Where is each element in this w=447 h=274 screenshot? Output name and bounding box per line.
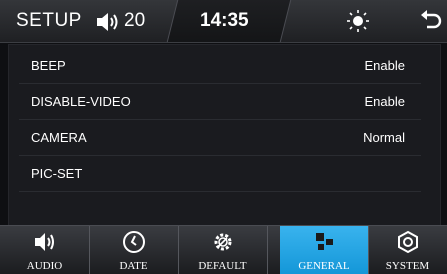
setting-row-camera[interactable]: CAMERA Normal xyxy=(19,119,421,156)
setting-label: CAMERA xyxy=(31,130,87,145)
tab-date[interactable]: DATE xyxy=(89,226,179,274)
setting-value[interactable]: Enable xyxy=(365,58,405,73)
top-bar: SETUP 20 14:35 xyxy=(0,0,447,43)
setting-row-disable-video[interactable]: DISABLE-VIDEO Enable xyxy=(19,83,421,120)
tab-label: DATE xyxy=(119,260,148,272)
setting-label: BEEP xyxy=(31,58,66,73)
clock-icon xyxy=(123,231,145,253)
tab-default[interactable]: DEFAULT xyxy=(178,226,268,274)
tab-label: DEFAULT xyxy=(198,260,247,272)
system-icon xyxy=(398,230,418,254)
setting-value[interactable]: Enable xyxy=(365,94,405,109)
tab-system[interactable]: SYSTEM xyxy=(368,226,447,274)
tab-label: AUDIO xyxy=(26,260,63,272)
setting-label: DISABLE-VIDEO xyxy=(31,94,131,109)
setting-value[interactable]: Normal xyxy=(363,130,405,145)
brightness-icon[interactable] xyxy=(346,9,370,33)
page-title: SETUP xyxy=(16,10,82,31)
general-icon xyxy=(316,233,333,250)
tab-label: GENERAL xyxy=(298,260,350,272)
setting-row-beep[interactable]: BEEP Enable xyxy=(19,47,421,84)
back-icon[interactable] xyxy=(420,10,442,32)
speaker-icon xyxy=(35,233,54,251)
bottom-tab-bar: AUDIO DATE DEFAULT GENERAL SYSTEM xyxy=(0,225,447,274)
clock-time: 14:35 xyxy=(200,10,249,31)
tab-label: SYSTEM xyxy=(385,260,430,272)
setting-row-pic-set[interactable]: PIC-SET xyxy=(19,155,421,192)
gear-icon xyxy=(214,233,232,251)
settings-panel: BEEP Enable DISABLE-VIDEO Enable CAMERA … xyxy=(8,44,441,226)
tab-audio[interactable]: AUDIO xyxy=(0,226,90,274)
speaker-icon[interactable] xyxy=(96,12,122,32)
volume-level: 20 xyxy=(124,10,146,31)
tab-general[interactable]: GENERAL xyxy=(280,226,369,274)
setting-label: PIC-SET xyxy=(31,166,83,181)
